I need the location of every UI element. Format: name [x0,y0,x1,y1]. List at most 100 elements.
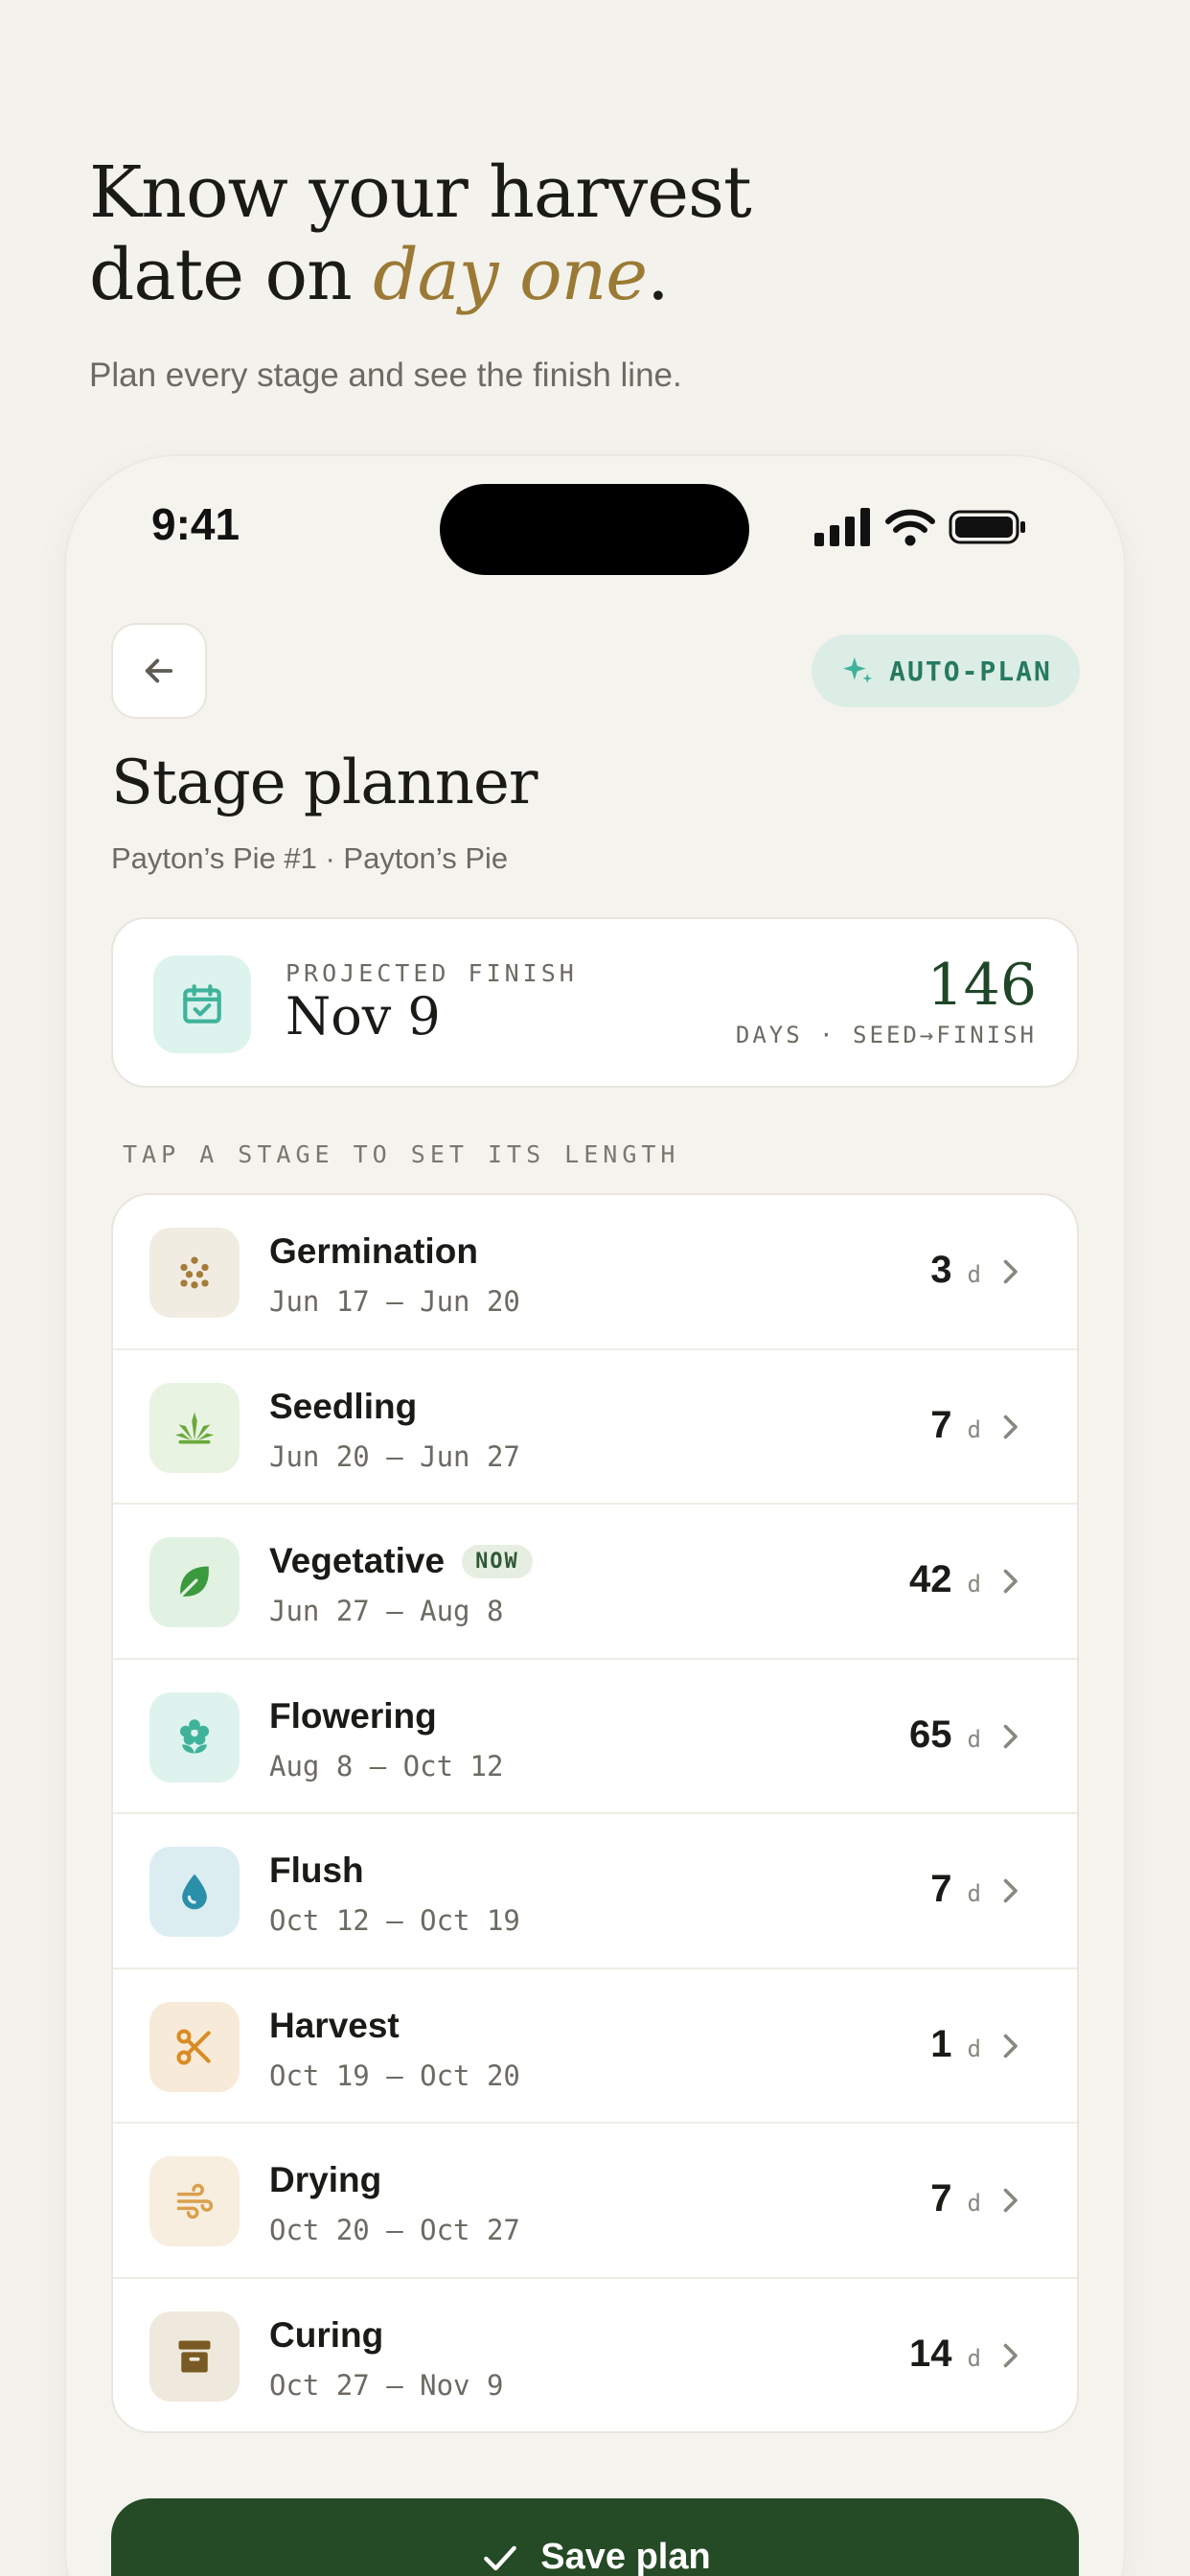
stage-icon-bg [149,1691,240,1782]
stage-name-text: Flowering [269,1695,437,1736]
stage-duration: 3d [930,1249,981,1292]
dynamic-island [440,484,749,575]
headline-prefix: date on [89,234,374,316]
stage-days-unit: d [967,1880,981,1907]
stage-dates: Aug 8 – Oct 12 [269,1749,504,1782]
stage-duration: 65 d [909,1714,981,1757]
stage-dates: Jun 27 – Aug 8 [269,1595,504,1627]
stage-days-value: 65 [909,1713,952,1756]
stage-days-unit: d [967,1571,981,1598]
stage-name: Harvest [269,2006,400,2046]
leaf-icon [178,1566,209,1598]
stage-duration: 1d [930,2023,981,2066]
projected-finish-date: Nov 9 [286,986,441,1046]
stage-name: Vegetative NOW [269,1541,533,1581]
stage-row-vegetative[interactable]: Vegetative NOW Jun 27 – Aug 8 42 d [113,1505,1077,1660]
auto-plan-button[interactable]: AUTO-PLAN [812,634,1080,707]
stage-duration: 14 d [909,2333,981,2376]
stage-row-germination[interactable]: Germination Jun 17 – Jun 20 3d [113,1195,1077,1350]
stages-section-label: TAP A STAGE TO SET ITS LENGTH [123,1140,680,1168]
flower-icon [179,1718,210,1753]
calendar-check-icon [153,955,251,1053]
auto-plan-label: AUTO-PLAN [889,655,1052,687]
checkmark-icon [484,2545,517,2571]
stage-days-value: 7 [930,2177,952,2220]
chevron-right-icon [1003,1259,1018,1284]
save-plan-label: Save plan [540,2537,711,2576]
stage-name-text: Harvest [269,2005,400,2045]
stage-dates: Jun 17 – Jun 20 [269,1285,520,1318]
plant-subtitle: Payton’s Pie #1 · Payton’s Pie [111,841,509,875]
hero-headline: Know your harvest date on day one. [89,151,752,316]
stage-dates: Oct 27 – Nov 9 [269,2368,504,2402]
stage-row-flush[interactable]: Flush Oct 12 – Oct 19 7d [113,1814,1077,1969]
stage-days-value: 42 [909,1558,952,1600]
total-days-label: DAYS · SEED→FINISH [735,1022,1037,1048]
stage-name-text: Drying [269,2160,382,2199]
now-badge: NOW [462,1544,533,1578]
chevron-right-icon [1003,2343,1018,2367]
projected-finish-label: PROJECTED FINISH [286,959,578,987]
stage-days-unit: d [967,1261,981,1288]
stage-icon-bg [149,2001,240,2092]
chevron-right-icon [1003,1724,1018,1748]
chevron-right-icon [1003,2188,1018,2213]
stage-days-unit: d [967,1415,981,1443]
stage-days-unit: d [967,1725,981,1753]
stage-icon-bg [149,2156,240,2246]
chevron-right-icon [1003,1569,1018,1594]
headline-line-1: Know your harvest [89,151,752,234]
stage-name-text: Flush [269,1851,364,1890]
stage-row-harvest[interactable]: Harvest Oct 19 – Oct 20 1d [113,1969,1077,2124]
stage-name: Flowering [269,1696,437,1736]
status-time: 9:41 [151,499,240,549]
stage-icon-bg [149,1382,240,1473]
stage-days-unit: d [967,2035,981,2062]
stage-dates: Oct 19 – Oct 20 [269,2058,520,2092]
chevron-right-icon [1003,1878,1018,1903]
chevron-right-icon [1003,2034,1018,2058]
hero-subline: Plan every stage and see the finish line… [89,356,682,394]
stage-days-unit: d [967,2190,981,2217]
stage-days-value: 1 [930,2022,952,2065]
stage-duration: 42 d [909,1558,981,1601]
back-button[interactable] [111,623,207,719]
stage-icon-bg [149,2311,240,2402]
water-drop-icon [182,1874,207,1910]
stage-name: Drying [269,2160,381,2200]
sparkle-icon [843,656,873,683]
scissors-icon [176,2028,211,2065]
stage-duration: 7d [930,1868,981,1911]
stage-icon-bg [149,1228,240,1318]
status-icons [814,506,1027,548]
stage-row-flowering[interactable]: Flowering Aug 8 – Oct 12 65 d [113,1660,1077,1814]
save-plan-button[interactable]: Save plan [111,2498,1079,2576]
stage-name: Curing [269,2315,383,2356]
stage-icon-bg [149,1847,240,1937]
stage-duration: 7d [930,1404,981,1447]
stage-duration: 7d [930,2177,981,2220]
stage-name-text: Germination [269,1231,478,1271]
page-title: Stage planner [111,748,538,818]
stage-days-value: 3 [930,1249,952,1291]
headline-line-2: date on day one. [89,234,751,316]
cellular-signal-icon [814,508,870,546]
stage-row-seedling[interactable]: Seedling Jun 20 – Jun 27 7d [113,1350,1077,1505]
headline-accent: day one [373,234,648,316]
archive-box-icon [178,2340,211,2372]
stage-days-value: 14 [909,2332,952,2375]
stage-row-drying[interactable]: Drying Oct 20 – Oct 27 7d [113,2124,1077,2279]
stage-name-text: Vegetative [269,1541,446,1580]
stage-name-text: Curing [269,2314,384,2355]
chevron-right-icon [1003,1414,1018,1438]
stage-icon-bg [149,1537,240,1627]
stage-days-value: 7 [930,1403,952,1446]
wind-icon [176,2183,214,2220]
stage-name-text: Seedling [269,1386,418,1426]
projected-finish-card: PROJECTED FINISH Nov 9 146 DAYS · SEED→F… [111,917,1079,1088]
stage-name: Flush [269,1851,364,1891]
stage-row-curing[interactable]: Curing Oct 27 – Nov 9 14 d [113,2279,1077,2432]
headline-suffix: . [647,234,670,316]
stage-name: Germination [269,1231,478,1272]
stage-days-value: 7 [930,1868,952,1910]
